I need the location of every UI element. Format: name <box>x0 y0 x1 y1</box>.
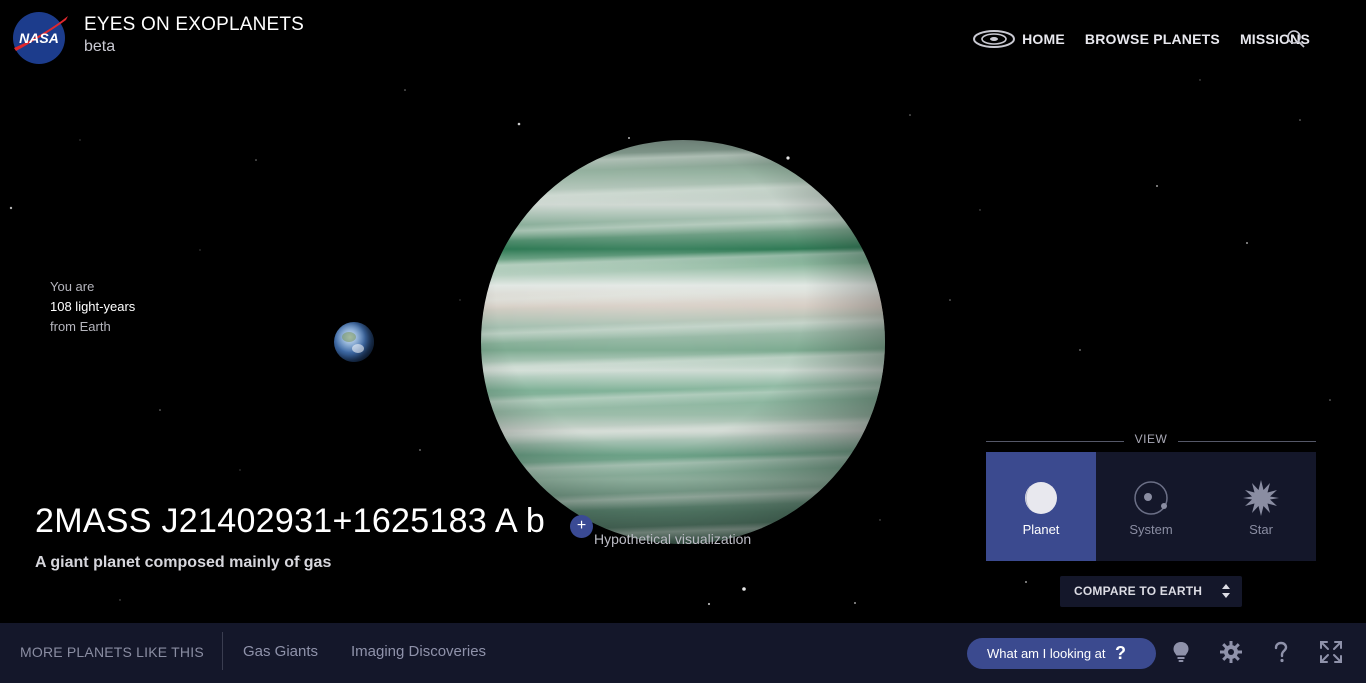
more-planets-label: MORE PLANETS LIKE THIS <box>20 644 204 660</box>
svg-text:NASA: NASA <box>19 30 59 46</box>
view-label: VIEW <box>986 432 1316 450</box>
app-subtitle: beta <box>84 38 116 55</box>
nav-home[interactable]: HOME <box>1022 31 1065 47</box>
app-title[interactable]: EYES ON EXOPLANETS <box>84 14 304 36</box>
planet-info-expand-button[interactable]: + <box>570 515 593 538</box>
view-option-label: Star <box>1249 522 1273 537</box>
search-icon[interactable] <box>1286 29 1306 49</box>
planet-icon <box>1025 482 1057 514</box>
fullscreen-icon[interactable] <box>1319 640 1343 664</box>
distance-value: 108 light-years <box>50 299 136 314</box>
distance-suffix: from Earth <box>50 319 111 334</box>
question-mark-icon: ? <box>1115 643 1126 663</box>
bottom-bar: MORE PLANETS LIKE THIS Gas Giants Imagin… <box>0 623 1366 683</box>
compare-label: COMPARE TO EARTH <box>1074 584 1203 598</box>
view-option-star[interactable]: Star <box>1206 452 1316 561</box>
help-icon[interactable] <box>1269 640 1293 664</box>
nasa-logo[interactable]: NASA <box>12 10 70 66</box>
divider <box>222 632 223 670</box>
lightbulb-icon[interactable] <box>1169 640 1193 664</box>
view-option-planet[interactable]: Planet <box>986 452 1096 561</box>
galaxy-icon[interactable] <box>972 27 1016 51</box>
what-button-label: What am I looking at <box>987 646 1106 661</box>
link-gas-giants[interactable]: Gas Giants <box>243 643 318 660</box>
what-am-i-looking-at-button[interactable]: What am I looking at ? <box>967 638 1156 669</box>
gear-icon[interactable] <box>1219 640 1243 664</box>
view-option-system[interactable]: System <box>1096 452 1206 561</box>
earth-comparison-image <box>334 322 374 362</box>
planet-description: A giant planet composed mainly of gas <box>35 554 332 571</box>
main-nav: HOME BROWSE PLANETS MISSIONS <box>972 26 1310 52</box>
distance-prefix: You are <box>50 279 95 294</box>
select-arrows-icon <box>1222 584 1230 598</box>
link-imaging-discoveries[interactable]: Imaging Discoveries <box>351 643 486 660</box>
nav-browse-planets[interactable]: BROWSE PLANETS <box>1085 31 1220 47</box>
compare-to-earth-select[interactable]: COMPARE TO EARTH <box>1060 576 1242 607</box>
view-option-label: System <box>1129 522 1173 537</box>
planet-visualization[interactable] <box>481 140 885 544</box>
planet-name: 2MASS J21402931+1625183 A b <box>35 502 546 540</box>
distance-indicator: You are 108 light-years from Earth <box>50 277 135 337</box>
system-icon <box>1134 481 1168 515</box>
view-selector: Planet System Star <box>986 452 1316 561</box>
view-option-label: Planet <box>1022 522 1060 537</box>
visualization-note: Hypothetical visualization <box>594 531 752 547</box>
star-icon <box>1243 480 1279 516</box>
